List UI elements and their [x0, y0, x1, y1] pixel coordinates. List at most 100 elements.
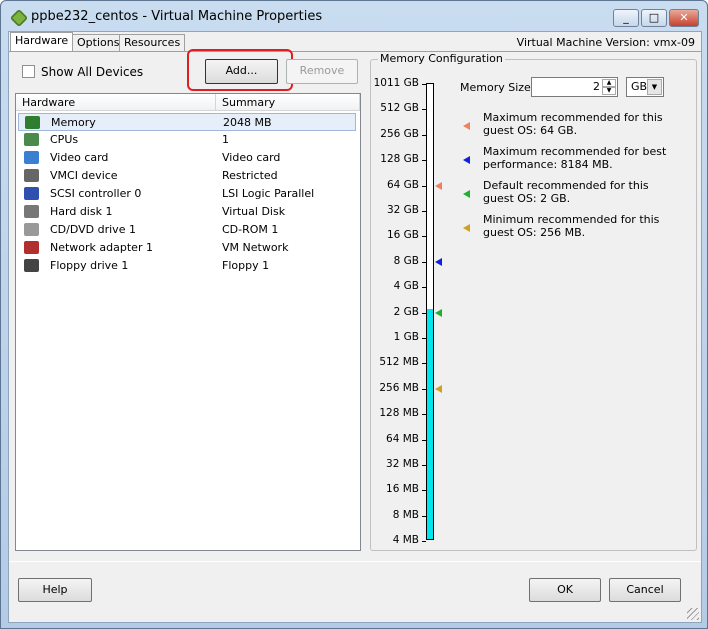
table-row[interactable]: SCSI controller 0 LSI Logic Parallel [18, 185, 356, 203]
table-row[interactable]: Network adapter 1 VM Network [18, 239, 356, 257]
resize-grip[interactable] [687, 608, 699, 620]
legend-line: Default recommended for this [483, 179, 649, 192]
scale-tick [422, 84, 426, 85]
spinner-down[interactable]: ▼ [602, 87, 616, 95]
memory-icon [25, 116, 40, 129]
legend-marker-icon [463, 190, 470, 198]
hardware-table: Hardware Summary Memory 2048 MB CPUs 1 Video… [15, 93, 361, 551]
scale-label: 128 GB [380, 153, 419, 166]
maximize-button[interactable]: □ [641, 9, 667, 27]
scale-tick [422, 338, 426, 339]
add-button[interactable]: Add... [205, 59, 278, 84]
minimize-button[interactable]: _ [613, 9, 639, 27]
legend-text: Maximum recommended for best performance:… [483, 145, 683, 171]
hardware-summary: CD-ROM 1 [222, 223, 279, 236]
memory-size-label: Memory Size: [460, 81, 535, 94]
group-title: Memory Configuration [378, 52, 505, 65]
recommendation-marker [435, 181, 442, 190]
legend-line: guest OS: 256 MB. [483, 226, 586, 239]
scale-tick [422, 236, 426, 238]
scsi-icon [24, 187, 39, 200]
help-button[interactable]: Help [18, 578, 92, 602]
legend-line: guest OS: 2 GB. [483, 192, 571, 205]
hardware-name: CPUs [50, 133, 79, 146]
tab-hardware[interactable]: Hardware [10, 32, 74, 51]
cancel-button[interactable]: Cancel [609, 578, 681, 602]
memory-size-input[interactable]: 2 ▲ ▼ [531, 77, 618, 97]
legend-line: performance: 8184 MB. [483, 158, 613, 171]
hardware-summary: Video card [222, 151, 281, 164]
legend-line: guest OS: 64 GB. [483, 124, 578, 137]
scale-label: 16 MB [386, 483, 419, 496]
legend-line: Maximum recommended for this [483, 111, 663, 124]
column-header-hardware[interactable]: Hardware [16, 94, 216, 111]
hardware-summary: 2048 MB [223, 116, 272, 129]
footer-divider [9, 561, 701, 562]
scale-label: 256 GB [380, 127, 419, 140]
scale-tick [422, 541, 426, 543]
scale-tick [422, 312, 426, 314]
show-all-devices-checkbox[interactable] [22, 65, 35, 78]
close-button[interactable]: ✕ [669, 9, 699, 27]
floppy-icon [24, 259, 39, 272]
legend-line: Minimum recommended for this [483, 213, 660, 226]
table-row[interactable]: CD/DVD drive 1 CD-ROM 1 [18, 221, 356, 239]
scale-tick [422, 465, 426, 466]
hardware-summary: Floppy 1 [222, 259, 270, 272]
tab-resources[interactable]: Resources [119, 34, 186, 51]
hardware-summary: LSI Logic Parallel [222, 187, 315, 200]
tab-options[interactable]: Options [72, 34, 125, 51]
hardware-name: Memory [51, 116, 96, 129]
legend-text: Minimum recommended for this guest OS: 25… [483, 213, 683, 239]
chevron-down-icon[interactable]: ▼ [647, 79, 662, 95]
scale-tick [422, 134, 426, 136]
scale-tick [422, 287, 426, 289]
scale-tick [422, 211, 426, 212]
recommendation-marker [435, 308, 442, 317]
table-row[interactable]: Memory 2048 MB [18, 113, 356, 131]
recommendation-marker [435, 384, 442, 393]
scale-tick [422, 261, 426, 263]
column-header-summary[interactable]: Summary [216, 94, 360, 111]
scale-label: 2 GB [393, 305, 419, 318]
hardware-name: Network adapter 1 [50, 241, 153, 254]
window: ppbe232_centos - Virtual Machine Propert… [0, 0, 708, 629]
disk-icon [24, 205, 39, 218]
hardware-name: Video card [50, 151, 109, 164]
memory-size-value: 2 [593, 80, 600, 93]
vm-app-icon [9, 8, 29, 28]
spinner-up[interactable]: ▲ [602, 79, 616, 87]
hardware-summary: 1 [222, 133, 229, 146]
scale-tick [422, 515, 426, 517]
vm-version: Virtual Machine Version: vmx-09 [516, 36, 695, 49]
tab-divider [9, 51, 701, 52]
hardware-name: SCSI controller 0 [50, 187, 142, 200]
hardware-name: VMCI device [50, 169, 118, 182]
cdrom-icon [24, 223, 39, 236]
scale-tick [422, 439, 426, 441]
scale-label: 256 MB [379, 381, 419, 394]
scale-label: 64 GB [386, 178, 419, 191]
memory-unit-value: GB [631, 80, 648, 93]
scale-label: 128 MB [379, 407, 419, 420]
legend-marker-icon [463, 156, 470, 164]
scale-label: 512 GB [380, 102, 419, 115]
memory-scale-slider[interactable] [426, 83, 434, 540]
legend-marker-icon [463, 224, 470, 232]
table-row[interactable]: Video card Video card [18, 149, 356, 167]
scale-label: 16 GB [386, 229, 419, 242]
scale-label: 8 GB [393, 254, 419, 267]
hardware-summary: Virtual Disk [222, 205, 286, 218]
remove-button[interactable]: Remove [286, 59, 358, 84]
scale-label: 32 GB [386, 204, 419, 216]
scale-label: 512 MB [379, 356, 419, 369]
window-title: ppbe232_centos - Virtual Machine Propert… [31, 9, 323, 24]
memory-unit-select[interactable]: GB ▼ [626, 77, 664, 97]
table-row[interactable]: Hard disk 1 Virtual Disk [18, 203, 356, 221]
scale-label: 1011 GB [373, 77, 419, 89]
table-row[interactable]: Floppy drive 1 Floppy 1 [18, 257, 356, 275]
table-row[interactable]: CPUs 1 [18, 131, 356, 149]
ok-button[interactable]: OK [529, 578, 601, 602]
network-icon [24, 241, 39, 254]
table-row[interactable]: VMCI device Restricted [18, 167, 356, 185]
